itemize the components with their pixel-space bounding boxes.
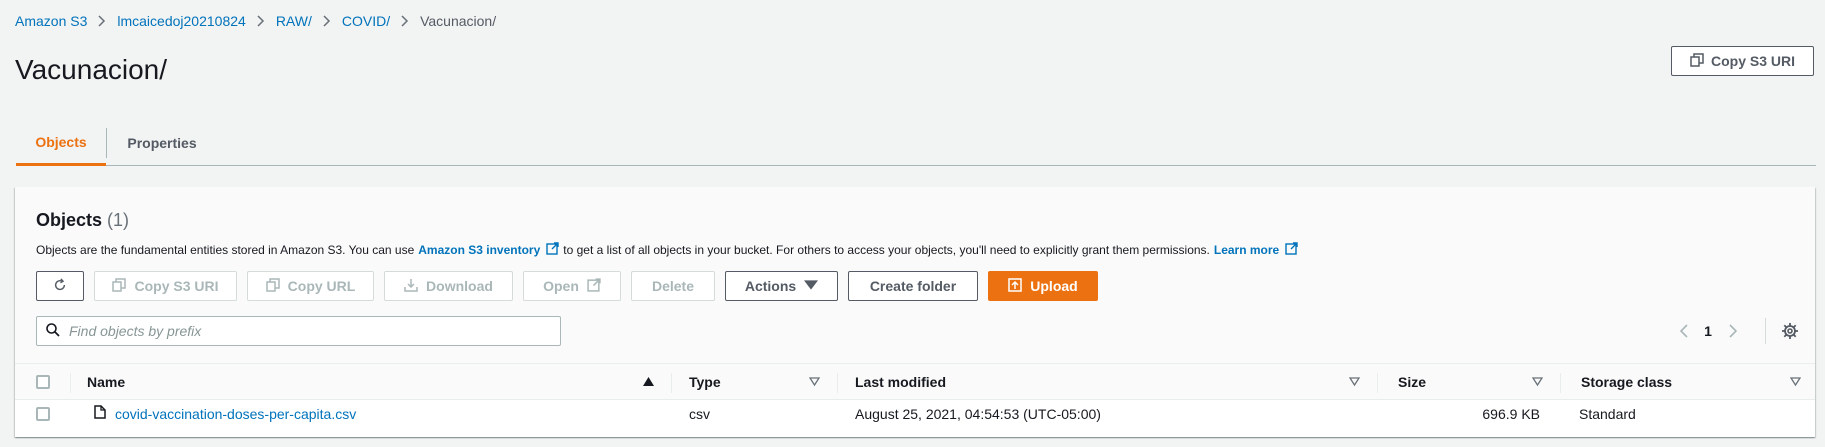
actions-dropdown[interactable]: Actions (725, 271, 838, 301)
column-header-size[interactable]: Size (1378, 364, 1561, 399)
column-header-type[interactable]: Type (672, 364, 838, 399)
description-text-2: to get a list of all objects in your buc… (563, 243, 1210, 257)
chevron-right-icon (246, 13, 276, 29)
copy-icon (112, 277, 127, 295)
column-label-size: Size (1398, 373, 1427, 390)
create-folder-label: Create folder (869, 278, 957, 294)
refresh-button[interactable] (36, 271, 84, 301)
search-icon (46, 322, 60, 340)
sort-icon (1789, 374, 1802, 390)
breadcrumb-amazon-s3[interactable]: Amazon S3 (15, 13, 87, 29)
external-link-icon (1285, 242, 1298, 258)
objects-panel: Objects (1) Objects are the fundamental … (15, 187, 1815, 437)
upload-label: Upload (1030, 278, 1078, 294)
table-header: Name Type Last modified Size Storage cla (15, 363, 1815, 400)
upload-button[interactable]: Upload (988, 271, 1098, 301)
objects-description: Objects are the fundamental entities sto… (36, 242, 1302, 258)
create-folder-button[interactable]: Create folder (848, 271, 978, 301)
objects-toolbar: Copy S3 URI Copy URL Download Open Delet… (36, 271, 1098, 301)
pagination: 1 (1669, 317, 1802, 345)
inventory-link[interactable]: Amazon S3 inventory (418, 242, 559, 258)
row-size-cell: 696.9 KB (1482, 405, 1540, 422)
download-icon (404, 278, 418, 295)
objects-table: Name Type Last modified Size Storage cla (15, 363, 1815, 427)
objects-count: (1) (107, 210, 130, 230)
copy-s3-uri-button[interactable]: Copy S3 URI (94, 271, 237, 301)
select-all-checkbox[interactable] (36, 374, 50, 389)
tab-objects[interactable]: Objects (16, 120, 106, 166)
gear-icon[interactable] (1778, 319, 1802, 343)
file-icon (94, 405, 106, 422)
column-label-type: Type (689, 373, 721, 390)
breadcrumb-covid[interactable]: COVID/ (342, 13, 390, 29)
external-link-icon (546, 242, 559, 258)
breadcrumb-bucket[interactable]: lmcaicedoj20210824 (117, 13, 245, 29)
description-text-1: Objects are the fundamental entities sto… (36, 243, 415, 257)
row-storage-class-cell: Standard (1579, 405, 1636, 422)
objects-heading: Objects (1) (36, 210, 129, 231)
search-input[interactable] (69, 323, 551, 339)
open-label: Open (543, 278, 579, 294)
sort-icon (1348, 374, 1361, 390)
copy-url-button[interactable]: Copy URL (247, 271, 374, 301)
column-header-last-modified[interactable]: Last modified (838, 364, 1378, 399)
copy-icon (265, 277, 280, 295)
sort-icon (1531, 374, 1544, 390)
column-header-storage-class[interactable]: Storage class (1561, 364, 1815, 399)
pagination-divider (1765, 318, 1766, 344)
column-header-name[interactable]: Name (71, 364, 672, 399)
object-name-label: covid-vaccination-doses-per-capita.csv (115, 405, 357, 422)
header-select-cell (15, 364, 71, 399)
object-name-link[interactable]: covid-vaccination-doses-per-capita.csv (94, 405, 356, 422)
row-checkbox[interactable] (36, 406, 50, 421)
chevron-left-icon[interactable] (1669, 317, 1697, 345)
chevron-right-icon (390, 13, 420, 29)
delete-label: Delete (651, 278, 695, 294)
tab-properties[interactable]: Properties (107, 120, 217, 166)
download-button[interactable]: Download (384, 271, 513, 301)
chevron-right-icon (312, 13, 342, 29)
breadcrumb-current: Vacunacion/ (420, 13, 497, 29)
external-link-icon (587, 277, 601, 295)
chevron-right-icon (87, 13, 117, 29)
row-last-modified-cell: August 25, 2021, 04:54:53 (UTC-05:00) (855, 405, 1101, 422)
breadcrumb-raw[interactable]: RAW/ (276, 13, 312, 29)
column-label-storage-class: Storage class (1581, 373, 1673, 390)
copy-url-label: Copy URL (287, 278, 356, 294)
objects-title: Objects (36, 210, 103, 230)
sort-icon (808, 374, 821, 390)
breadcrumb: Amazon S3 lmcaicedoj20210824 RAW/ COVID/… (15, 13, 496, 29)
row-select-cell (15, 400, 71, 427)
learn-more-label: Learn more (1213, 243, 1280, 257)
inventory-link-label: Amazon S3 inventory (418, 243, 541, 257)
page-title: Vacunacion/ (15, 54, 168, 85)
open-button[interactable]: Open (523, 271, 621, 301)
learn-more-link[interactable]: Learn more (1214, 242, 1298, 258)
download-label: Download (426, 278, 493, 294)
sort-asc-icon (643, 374, 654, 390)
actions-label: Actions (744, 278, 797, 294)
column-label-name: Name (87, 373, 126, 390)
tab-bar: Objects Properties (16, 120, 1816, 166)
delete-button[interactable]: Delete (631, 271, 715, 301)
chevron-right-icon[interactable] (1719, 317, 1747, 345)
header-copy-s3-uri-label: Copy S3 URI (1710, 53, 1795, 69)
copy-icon (1690, 52, 1704, 70)
copy-s3-uri-label: Copy S3 URI (134, 278, 219, 294)
search-box (36, 316, 561, 346)
column-label-last-modified: Last modified (855, 373, 947, 390)
header-copy-s3-uri-button[interactable]: Copy S3 URI (1670, 46, 1814, 76)
row-type-cell: csv (689, 405, 710, 422)
caret-down-icon (804, 278, 819, 295)
upload-icon (1008, 277, 1023, 295)
page-number[interactable]: 1 (1697, 323, 1719, 339)
table-row: covid-vaccination-doses-per-capita.csv c… (15, 400, 1815, 427)
row-name-cell: covid-vaccination-doses-per-capita.csv (71, 400, 672, 427)
refresh-icon (53, 277, 67, 295)
